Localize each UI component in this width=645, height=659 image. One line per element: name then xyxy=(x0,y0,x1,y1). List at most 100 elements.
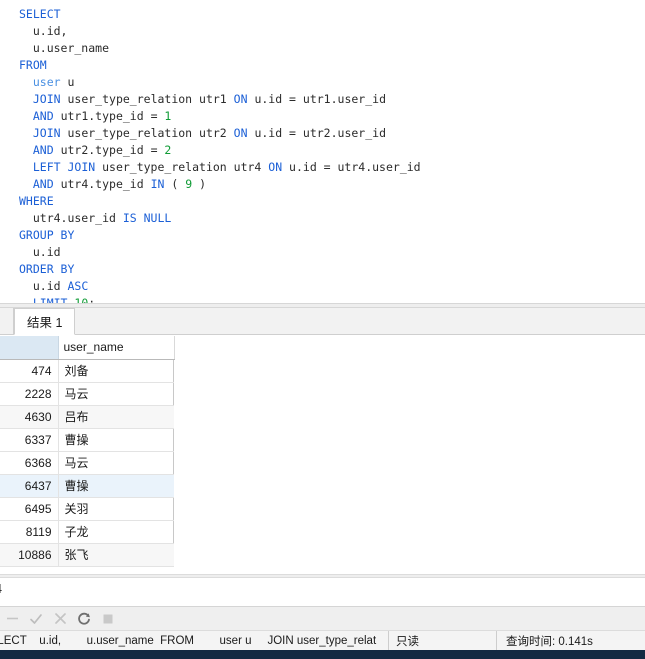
check-icon[interactable] xyxy=(24,608,48,630)
result-table-header: user_name xyxy=(0,336,175,360)
code-token: AND xyxy=(32,177,54,191)
lower-message-panel[interactable]: 4 xyxy=(0,578,645,606)
cancel-icon[interactable] xyxy=(48,608,72,630)
code-token: u.id = utr2.user_id xyxy=(247,126,386,140)
cell-user-name[interactable]: 马云 xyxy=(58,451,174,475)
table-row[interactable]: 6368 马云 xyxy=(0,451,174,475)
sql-code-area[interactable]: SELECT u.id, u.user_name FROM user u JOIN… xyxy=(0,0,645,303)
code-line-1: SELECT xyxy=(19,6,645,23)
code-token: u xyxy=(60,75,75,89)
status-readonly: 只读 xyxy=(389,631,497,650)
code-token: user xyxy=(32,75,61,89)
cell-user-name[interactable]: 子龙 xyxy=(58,520,174,544)
cell-id[interactable]: 8119 xyxy=(0,520,59,544)
code-token: WHERE xyxy=(19,194,54,208)
code-line-7: AND utr1.type_id = 1 xyxy=(19,108,645,125)
code-token: utr4.type_id xyxy=(53,177,151,191)
code-token: JOIN xyxy=(32,126,61,140)
code-token: GROUP BY xyxy=(19,228,75,242)
code-token: utr2.type_id = xyxy=(53,143,165,157)
column-header-user-name[interactable]: user_name xyxy=(58,336,175,360)
status-sql-preview-text: SELECT u.id, u.user_name FROM user u JOI… xyxy=(0,634,377,647)
column-header-id[interactable] xyxy=(0,336,59,360)
code-token: ON xyxy=(233,126,248,140)
cell-id[interactable]: 2228 xyxy=(0,382,59,406)
code-token: AND xyxy=(32,143,54,157)
code-token: ON xyxy=(233,92,248,106)
code-line-14: GROUP BY xyxy=(19,227,645,244)
minus-icon[interactable] xyxy=(0,608,24,630)
table-row[interactable]: 6437 曹操 xyxy=(0,474,174,498)
table-row[interactable]: 474 刘备 xyxy=(0,359,174,383)
sql-editor[interactable]: SELECT u.id, u.user_name FROM user u JOIN… xyxy=(0,0,645,303)
code-line-4: FROM xyxy=(19,57,645,74)
result-table-body: 474 刘备 2228 马云 4630 吕布 6337 曹操 6368 马云 6437 曹操 6495 关… xyxy=(0,359,174,567)
code-token: 1 xyxy=(164,109,172,123)
code-token: AND xyxy=(32,109,54,123)
cell-id[interactable]: 6495 xyxy=(0,497,59,521)
code-line-15: u.id xyxy=(19,244,645,261)
stop-icon[interactable] xyxy=(96,608,120,630)
status-readonly-label: 只读 xyxy=(396,635,419,648)
cell-id[interactable]: 6368 xyxy=(0,451,59,475)
cell-id[interactable]: 10886 xyxy=(0,543,59,567)
code-token: u.user_name xyxy=(19,41,110,55)
code-token: IN xyxy=(150,177,165,191)
code-token: 2 xyxy=(164,143,172,157)
code-token: user_type_relation utr4 xyxy=(95,160,269,174)
table-row[interactable]: 2228 马云 xyxy=(0,382,174,406)
status-query-time: 查询时间: 0.141s xyxy=(497,631,645,650)
cell-user-name[interactable]: 关羽 xyxy=(58,497,174,521)
code-line-12: WHERE xyxy=(19,193,645,210)
cell-user-name[interactable]: 曹操 xyxy=(58,428,174,452)
result-grid[interactable]: user_name 474 刘备 2228 马云 4630 吕布 6337 曹操 6368 马云 6… xyxy=(0,336,175,567)
code-token: ( xyxy=(164,177,186,191)
code-line-2: u.id, xyxy=(19,23,645,40)
cell-user-name[interactable]: 张飞 xyxy=(58,543,174,567)
refresh-icon[interactable] xyxy=(72,608,96,630)
code-line-3: u.user_name xyxy=(19,40,645,57)
code-line-11: AND utr4.type_id IN ( 9 ) xyxy=(19,176,645,193)
cell-id[interactable]: 6437 xyxy=(0,474,59,498)
grid-toolbar xyxy=(0,606,645,630)
status-query-time-label: 查询时间: 0.141s xyxy=(506,635,593,648)
cell-id[interactable]: 474 xyxy=(0,359,59,383)
cell-user-name[interactable]: 马云 xyxy=(58,382,174,406)
table-row[interactable]: 4630 吕布 xyxy=(0,405,174,429)
status-bar: SELECT u.id, u.user_name FROM user u JOI… xyxy=(0,630,645,650)
table-row[interactable]: 10886 张飞 xyxy=(0,543,174,567)
code-line-17: u.id ASC xyxy=(19,278,645,295)
code-token: ASC xyxy=(67,279,89,293)
cell-id[interactable]: 4630 xyxy=(0,405,59,429)
code-line-8: JOIN user_type_relation utr2 ON u.id = u… xyxy=(19,125,645,142)
result-table: user_name 474 刘备 2228 马云 4630 吕布 6337 曹操 6368 马云 6… xyxy=(0,336,175,567)
code-token: ; xyxy=(88,296,96,303)
code-line-5: user u xyxy=(19,74,645,91)
code-token: user_type_relation utr2 xyxy=(60,126,234,140)
code-token: user_type_relation utr1 xyxy=(60,92,234,106)
lower-clipped-text: 4 xyxy=(0,582,2,596)
code-line-10: LEFT JOIN user_type_relation utr4 ON u.i… xyxy=(19,159,645,176)
table-row[interactable]: 6337 曹操 xyxy=(0,428,174,452)
code-token: LIMIT xyxy=(32,296,68,303)
cell-id[interactable]: 6337 xyxy=(0,428,59,452)
code-token: utr4.user_id xyxy=(19,211,123,225)
tab-result-1[interactable]: 结果 1 xyxy=(14,308,76,335)
code-token: 10 xyxy=(74,296,89,303)
cell-user-name[interactable]: 曹操 xyxy=(58,474,174,498)
cell-user-name[interactable]: 吕布 xyxy=(58,405,174,429)
code-token: FROM xyxy=(19,58,47,72)
code-token: IS NULL xyxy=(122,211,172,225)
code-token: u.id xyxy=(19,279,68,293)
code-line-16: ORDER BY xyxy=(19,261,645,278)
table-row[interactable]: 8119 子龙 xyxy=(0,520,174,544)
tab-result-1-label: 结果 1 xyxy=(27,316,63,330)
cell-user-name[interactable]: 刘备 xyxy=(58,359,174,383)
table-row[interactable]: 6495 关羽 xyxy=(0,497,174,521)
results-tabstrip: 结果 1 xyxy=(0,308,645,335)
